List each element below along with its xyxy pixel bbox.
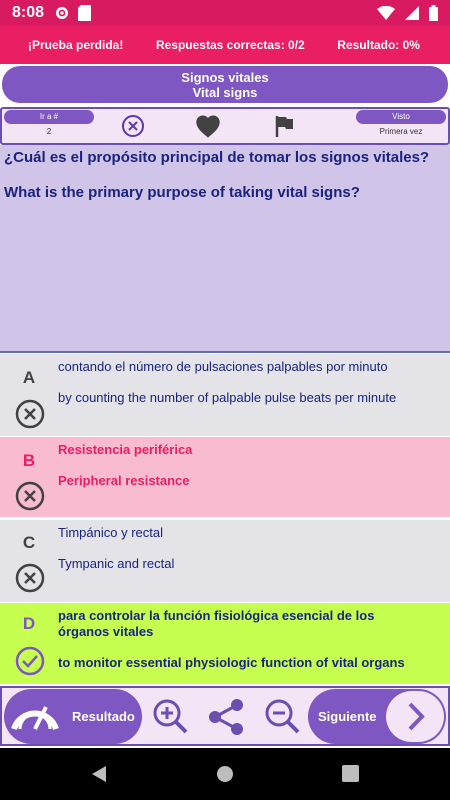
zoom-out-icon[interactable] (262, 696, 302, 736)
question-text-en: What is the primary purpose of taking vi… (4, 184, 360, 201)
status-bar: 8:08 (0, 0, 450, 26)
bottom-action-bar: Resultado Siguiente (0, 686, 450, 746)
answer-b-en: Peripheral resistance (58, 473, 190, 488)
result-button[interactable]: Resultado (4, 689, 142, 744)
answer-letter-b: B (22, 451, 36, 470)
answer-a-es: contando el número de pulsaciones palpab… (58, 359, 388, 374)
answer-d-es: para controlar la función fisiológica es… (58, 608, 375, 639)
signal-icon (405, 6, 419, 20)
back-icon[interactable] (90, 765, 108, 783)
answer-c-en: Tympanic and rectal (58, 556, 175, 571)
topic-title-es: Signos vitales (181, 70, 269, 85)
seen-value: Primera vez (379, 127, 423, 136)
wrong-mark-icon (15, 399, 45, 429)
close-circle-icon[interactable] (120, 113, 146, 139)
check-mark-icon (15, 646, 45, 676)
answer-option-c[interactable]: C Timpánico y rectal Tympanic and rectal (0, 520, 450, 602)
score-bar: ¡Prueba perdida! Respuestas correctas: 0… (0, 26, 450, 64)
chevron-right-icon (386, 691, 444, 742)
wifi-icon (377, 6, 395, 20)
answer-letter-a: A (22, 368, 36, 387)
test-lost-label: ¡Prueba perdida! (28, 38, 124, 52)
answer-a-en: by counting the number of palpable pulse… (58, 390, 397, 405)
heart-icon[interactable] (194, 113, 222, 139)
topic-title: Signos vitales Vital signs (0, 65, 450, 105)
topic-title-en: Vital signs (192, 85, 258, 100)
correct-answers-label: Respuestas correctas: 0/2 (155, 38, 305, 52)
goto-value: 2 (46, 127, 52, 136)
settings-icon (56, 7, 69, 19)
answer-b-es: Resistencia periférica (58, 442, 193, 457)
goto-button[interactable]: Ir a # (4, 110, 94, 124)
flag-icon[interactable] (272, 113, 296, 139)
share-icon[interactable] (206, 696, 248, 738)
answer-option-b[interactable]: B Resistencia periférica Peripheral resi… (0, 437, 450, 517)
question-text-es: ¿Cuál es el propósito principal de tomar… (4, 149, 430, 166)
answer-c-es: Timpánico y rectal (58, 525, 163, 540)
answer-option-a[interactable]: A contando el número de pulsaciones palp… (0, 354, 450, 436)
next-button-label: Siguiente (318, 709, 377, 724)
next-button[interactable]: Siguiente (308, 689, 446, 744)
system-nav-bar (0, 748, 450, 800)
answer-d-en: to monitor essential physiologic functio… (58, 655, 405, 670)
recents-icon[interactable] (342, 765, 359, 782)
wrong-mark-icon (15, 563, 45, 593)
result-percent-label: Resultado: 0% (337, 38, 420, 52)
answer-option-d[interactable]: D para controlar la función fisiológica … (0, 603, 450, 684)
answer-letter-c: C (22, 533, 36, 552)
home-icon[interactable] (216, 765, 234, 783)
result-gauge-icon (6, 691, 64, 742)
sd-card-icon (78, 5, 92, 21)
result-button-label: Resultado (72, 709, 135, 724)
question-panel: ¿Cuál es el propósito principal de tomar… (0, 145, 450, 353)
zoom-in-icon[interactable] (150, 696, 190, 736)
answer-letter-d: D (22, 614, 36, 633)
seen-button[interactable]: Visto (356, 110, 446, 124)
battery-icon (429, 5, 438, 21)
question-toolbar: Ir a # 2 Visto Primera vez (0, 107, 450, 145)
wrong-mark-icon (15, 481, 45, 511)
status-time: 8:08 (12, 4, 45, 21)
topic-pill: Signos vitales Vital signs (2, 66, 448, 103)
